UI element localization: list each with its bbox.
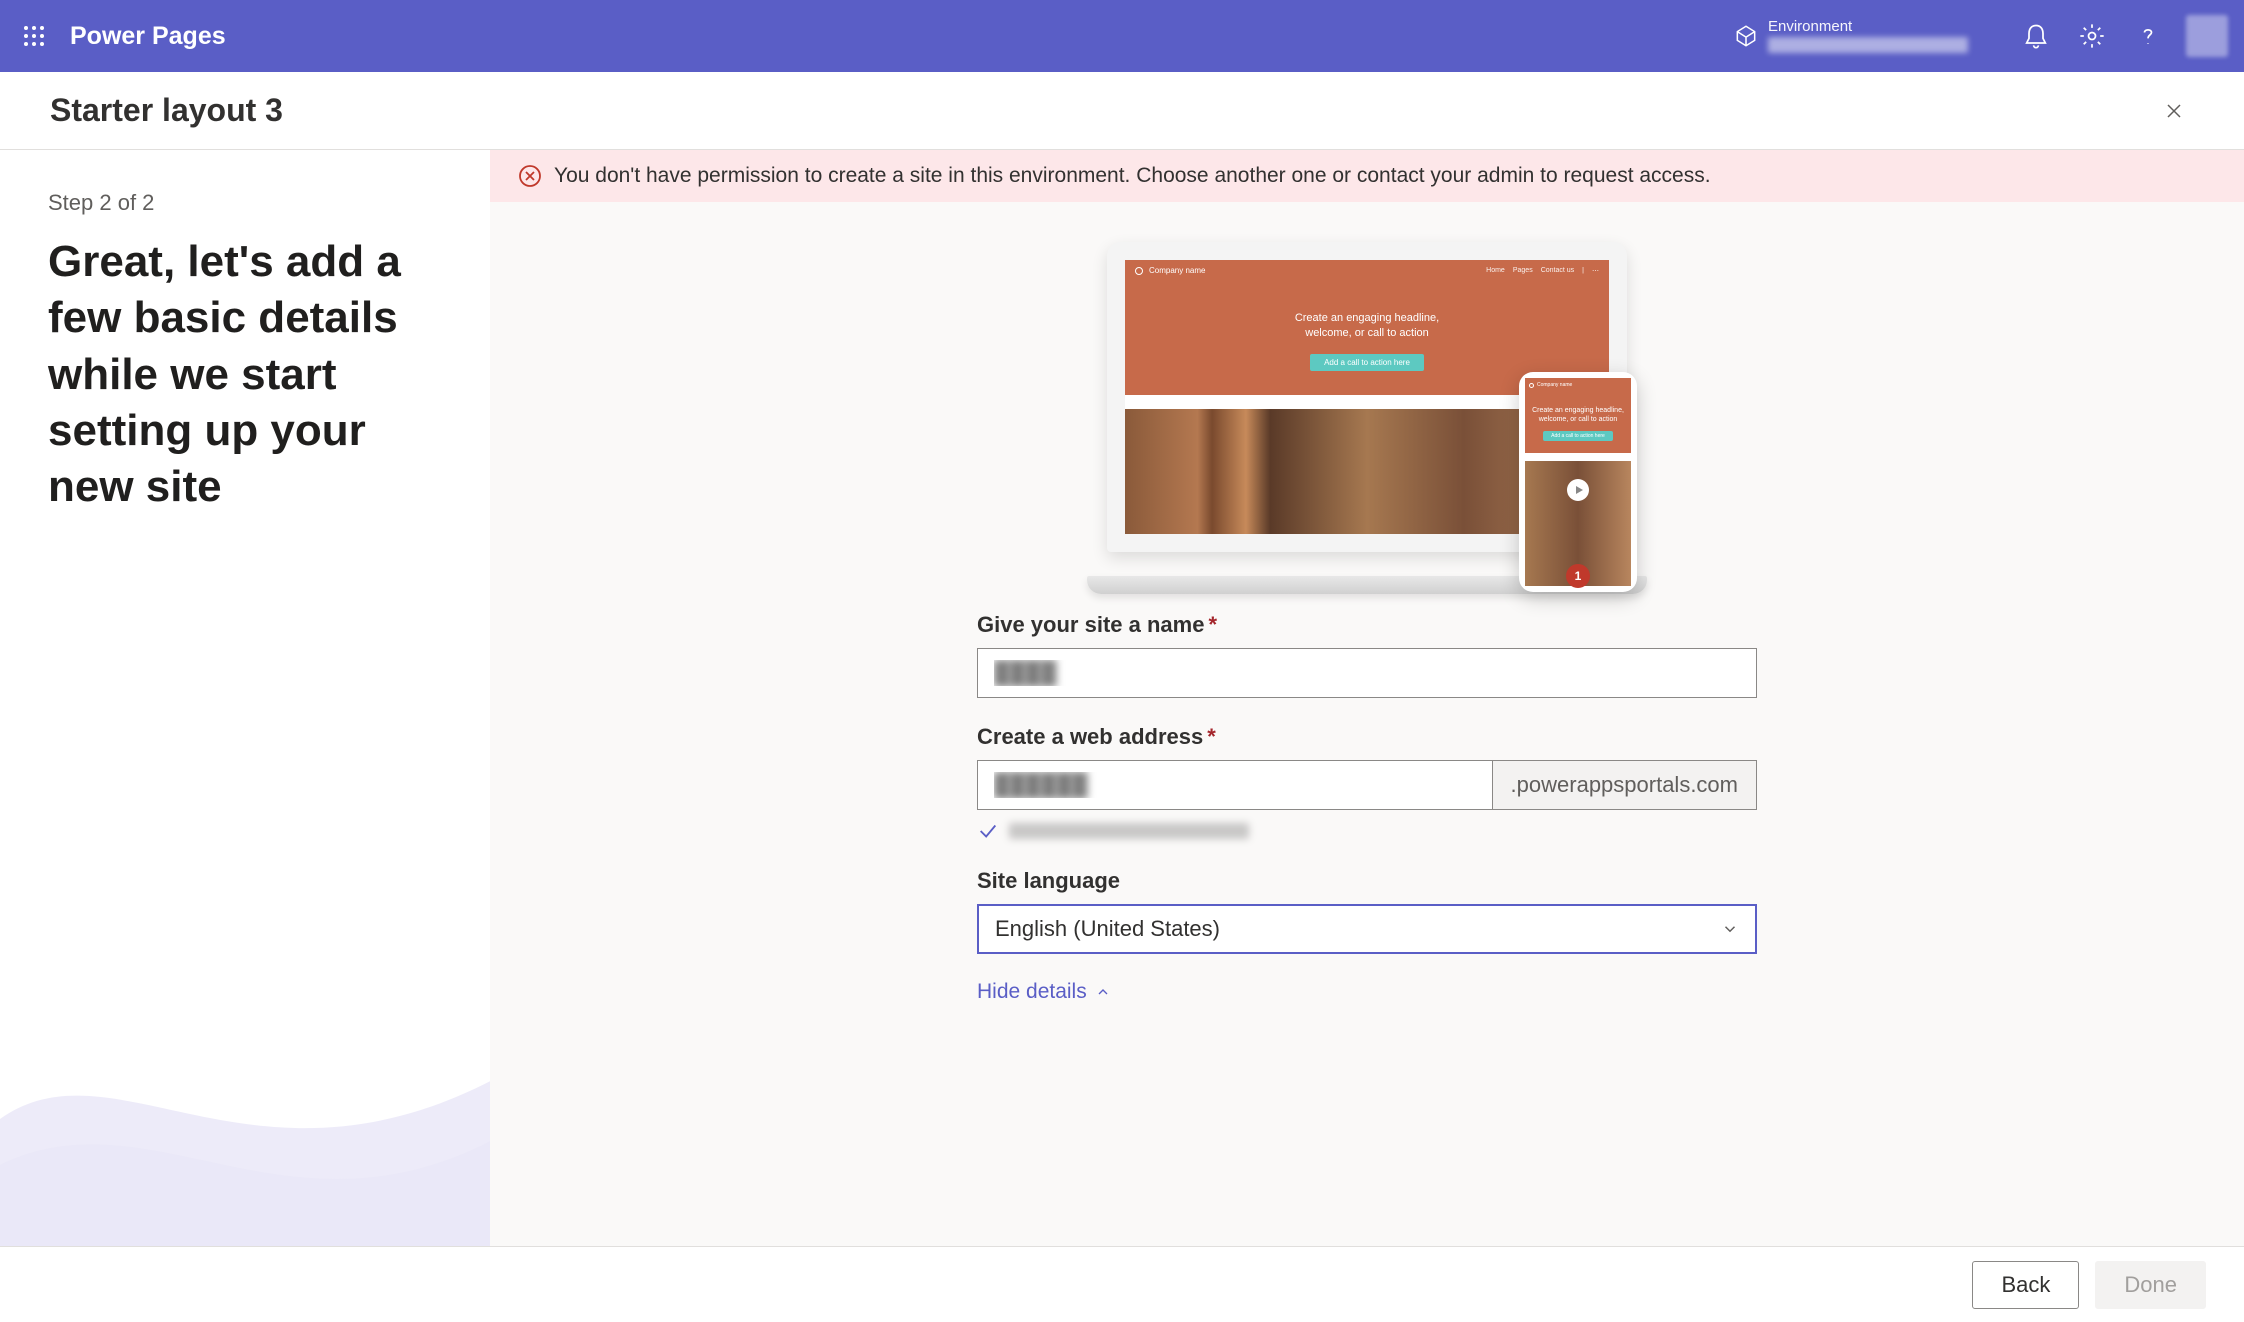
error-message: You don't have permission to create a si… xyxy=(554,164,1711,188)
permission-error-banner: You don't have permission to create a si… xyxy=(490,150,2244,202)
close-button[interactable] xyxy=(2154,91,2194,131)
page-header: Starter layout 3 xyxy=(0,72,2244,150)
hide-details-toggle[interactable]: Hide details xyxy=(977,980,1111,1004)
chevron-up-icon xyxy=(1095,984,1111,1000)
notification-badge: 1 xyxy=(1566,564,1590,588)
site-language-label: Site language xyxy=(977,868,1757,894)
page-title: Starter layout 3 xyxy=(50,92,283,129)
decorative-wave xyxy=(0,956,490,1246)
play-icon xyxy=(1567,479,1589,501)
user-avatar[interactable] xyxy=(2186,15,2228,57)
web-address-label: Create a web address* xyxy=(977,724,1757,750)
product-name[interactable]: Power Pages xyxy=(70,22,226,51)
environment-icon[interactable] xyxy=(1728,23,1764,49)
step-indicator: Step 2 of 2 xyxy=(48,190,430,216)
site-setup-form: Give your site a name* Create a web addr… xyxy=(977,612,1757,1004)
help-icon[interactable] xyxy=(2120,8,2176,64)
checkmark-icon xyxy=(977,820,999,842)
error-icon xyxy=(518,164,542,188)
settings-icon[interactable] xyxy=(2064,8,2120,64)
web-address-input[interactable] xyxy=(977,760,1492,810)
done-button[interactable]: Done xyxy=(2095,1261,2206,1309)
mock-cta: Add a call to action here xyxy=(1310,354,1424,371)
environment-label: Environment xyxy=(1768,19,1968,36)
app-launcher-icon[interactable] xyxy=(16,18,52,54)
site-language-select[interactable]: English (United States) xyxy=(977,904,1757,954)
domain-suffix: .powerappsportals.com xyxy=(1492,760,1757,810)
address-validation xyxy=(977,820,1757,842)
language-selected-value: English (United States) xyxy=(995,916,1220,942)
left-panel: Step 2 of 2 Great, let's add a few basic… xyxy=(0,150,490,1246)
notifications-icon[interactable] xyxy=(2008,8,2064,64)
content-area: You don't have permission to create a si… xyxy=(490,150,2244,1246)
wizard-footer: Back Done xyxy=(0,1246,2244,1322)
environment-picker[interactable]: Environment xyxy=(1768,15,1968,58)
validation-text xyxy=(1009,823,1249,839)
mock-company-name: Company name xyxy=(1149,266,1205,275)
environment-value xyxy=(1768,37,1968,53)
step-headline: Great, let's add a few basic details whi… xyxy=(48,234,430,516)
site-name-input[interactable] xyxy=(977,648,1757,698)
global-header: Power Pages Environment xyxy=(0,0,2244,72)
main-content: Step 2 of 2 Great, let's add a few basic… xyxy=(0,150,2244,1246)
site-preview-mockup: Company name Home Pages Contact us |⋯ Cr… xyxy=(1067,242,1667,582)
phone-mockup: Company name Create an engaging headline… xyxy=(1519,372,1637,592)
site-name-label: Give your site a name* xyxy=(977,612,1757,638)
back-button[interactable]: Back xyxy=(1972,1261,2079,1309)
chevron-down-icon xyxy=(1721,920,1739,938)
